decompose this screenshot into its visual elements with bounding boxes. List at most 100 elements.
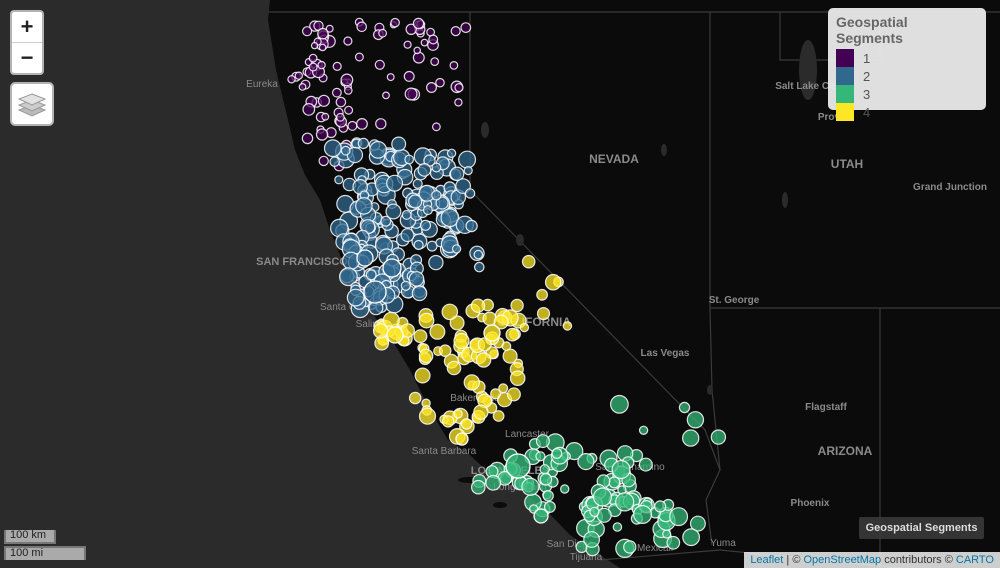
segment-point[interactable]: [346, 288, 365, 307]
segment-point[interactable]: [418, 348, 434, 364]
segment-point[interactable]: [454, 98, 463, 107]
segment-point[interactable]: [329, 156, 340, 167]
segment-point[interactable]: [519, 322, 530, 333]
segment-point[interactable]: [446, 148, 457, 158]
segment-point[interactable]: [417, 162, 432, 177]
segment-point[interactable]: [365, 269, 377, 281]
segment-point[interactable]: [666, 535, 681, 550]
segment-point[interactable]: [317, 94, 330, 107]
segment-point[interactable]: [318, 155, 329, 167]
segment-point[interactable]: [710, 429, 727, 445]
segment-point[interactable]: [455, 432, 469, 446]
segment-point[interactable]: [354, 52, 364, 62]
segment-point[interactable]: [470, 479, 486, 495]
segment-point[interactable]: [432, 122, 441, 132]
segment-point[interactable]: [357, 137, 370, 150]
segment-point[interactable]: [612, 522, 623, 532]
segment-point[interactable]: [453, 332, 470, 350]
segment-point[interactable]: [536, 307, 551, 321]
segment-point[interactable]: [465, 219, 478, 233]
layers-button[interactable]: [10, 82, 54, 126]
segment-point[interactable]: [413, 329, 428, 344]
segment-point[interactable]: [414, 367, 431, 384]
segment-point[interactable]: [431, 190, 442, 201]
segment-point[interactable]: [340, 73, 354, 87]
segment-point[interactable]: [560, 484, 570, 494]
leaflet-link[interactable]: Leaflet: [750, 554, 783, 566]
segment-point[interactable]: [611, 460, 631, 480]
segment-point[interactable]: [458, 150, 477, 169]
segment-point[interactable]: [315, 128, 329, 141]
segment-point[interactable]: [413, 239, 424, 251]
segment-point[interactable]: [453, 409, 463, 419]
segment-point[interactable]: [463, 166, 473, 176]
segment-point[interactable]: [412, 178, 423, 189]
segment-point[interactable]: [302, 102, 316, 116]
segment-point[interactable]: [287, 75, 296, 84]
segment-point[interactable]: [418, 407, 437, 425]
segment-point[interactable]: [356, 21, 367, 33]
segment-point[interactable]: [422, 205, 433, 216]
segment-point[interactable]: [375, 118, 387, 130]
segment-point[interactable]: [355, 197, 373, 215]
segment-point[interactable]: [332, 87, 342, 98]
segment-point[interactable]: [633, 505, 653, 525]
segment-point[interactable]: [589, 506, 600, 517]
segment-point[interactable]: [475, 352, 492, 368]
segment-point[interactable]: [334, 175, 344, 185]
segment-point[interactable]: [317, 27, 329, 40]
zoom-in-button[interactable]: +: [12, 12, 42, 42]
segment-point[interactable]: [682, 429, 700, 447]
segment-point[interactable]: [418, 312, 435, 329]
segment-point[interactable]: [343, 86, 353, 95]
segment-point[interactable]: [539, 473, 553, 486]
segment-point[interactable]: [551, 448, 563, 459]
segment-point[interactable]: [391, 136, 407, 152]
segment-point[interactable]: [505, 453, 531, 479]
segment-point[interactable]: [386, 174, 404, 192]
segment-point[interactable]: [400, 280, 411, 291]
segment-point[interactable]: [449, 61, 459, 70]
segment-point[interactable]: [535, 451, 546, 462]
segment-point[interactable]: [343, 36, 353, 46]
segment-point[interactable]: [441, 415, 455, 428]
segment-point[interactable]: [608, 476, 621, 489]
segment-point[interactable]: [401, 209, 412, 220]
segment-point[interactable]: [419, 219, 432, 231]
segment-point[interactable]: [505, 327, 520, 342]
segment-point[interactable]: [404, 154, 415, 165]
segment-point[interactable]: [408, 194, 423, 209]
segment-point[interactable]: [374, 59, 385, 70]
segment-point[interactable]: [542, 490, 554, 502]
segment-point[interactable]: [400, 228, 415, 243]
segment-point[interactable]: [420, 38, 429, 47]
segment-point[interactable]: [623, 540, 637, 554]
segment-point[interactable]: [412, 17, 425, 30]
segment-point[interactable]: [428, 254, 444, 271]
segment-point[interactable]: [408, 391, 422, 405]
segment-point[interactable]: [411, 285, 428, 302]
segment-point[interactable]: [592, 487, 612, 507]
segment-point[interactable]: [544, 273, 562, 291]
segment-point[interactable]: [678, 401, 691, 414]
segment-point[interactable]: [539, 464, 550, 475]
segment-point[interactable]: [404, 87, 418, 101]
segment-point[interactable]: [473, 404, 489, 420]
segment-point[interactable]: [308, 53, 318, 63]
segment-point[interactable]: [323, 139, 342, 158]
segment-point[interactable]: [654, 500, 667, 513]
segment-point[interactable]: [470, 298, 486, 313]
segment-point[interactable]: [535, 434, 550, 449]
segment-point[interactable]: [382, 91, 390, 100]
zoom-out-button[interactable]: −: [12, 42, 42, 73]
segment-point[interactable]: [509, 370, 526, 386]
segment-point[interactable]: [669, 507, 689, 527]
segment-point[interactable]: [583, 531, 600, 548]
segment-point[interactable]: [464, 188, 476, 199]
segment-point[interactable]: [501, 341, 512, 352]
segment-point[interactable]: [463, 374, 480, 391]
segment-point[interactable]: [298, 82, 307, 91]
segment-point[interactable]: [340, 145, 351, 156]
segment-point[interactable]: [356, 249, 374, 267]
segment-point[interactable]: [347, 120, 358, 131]
